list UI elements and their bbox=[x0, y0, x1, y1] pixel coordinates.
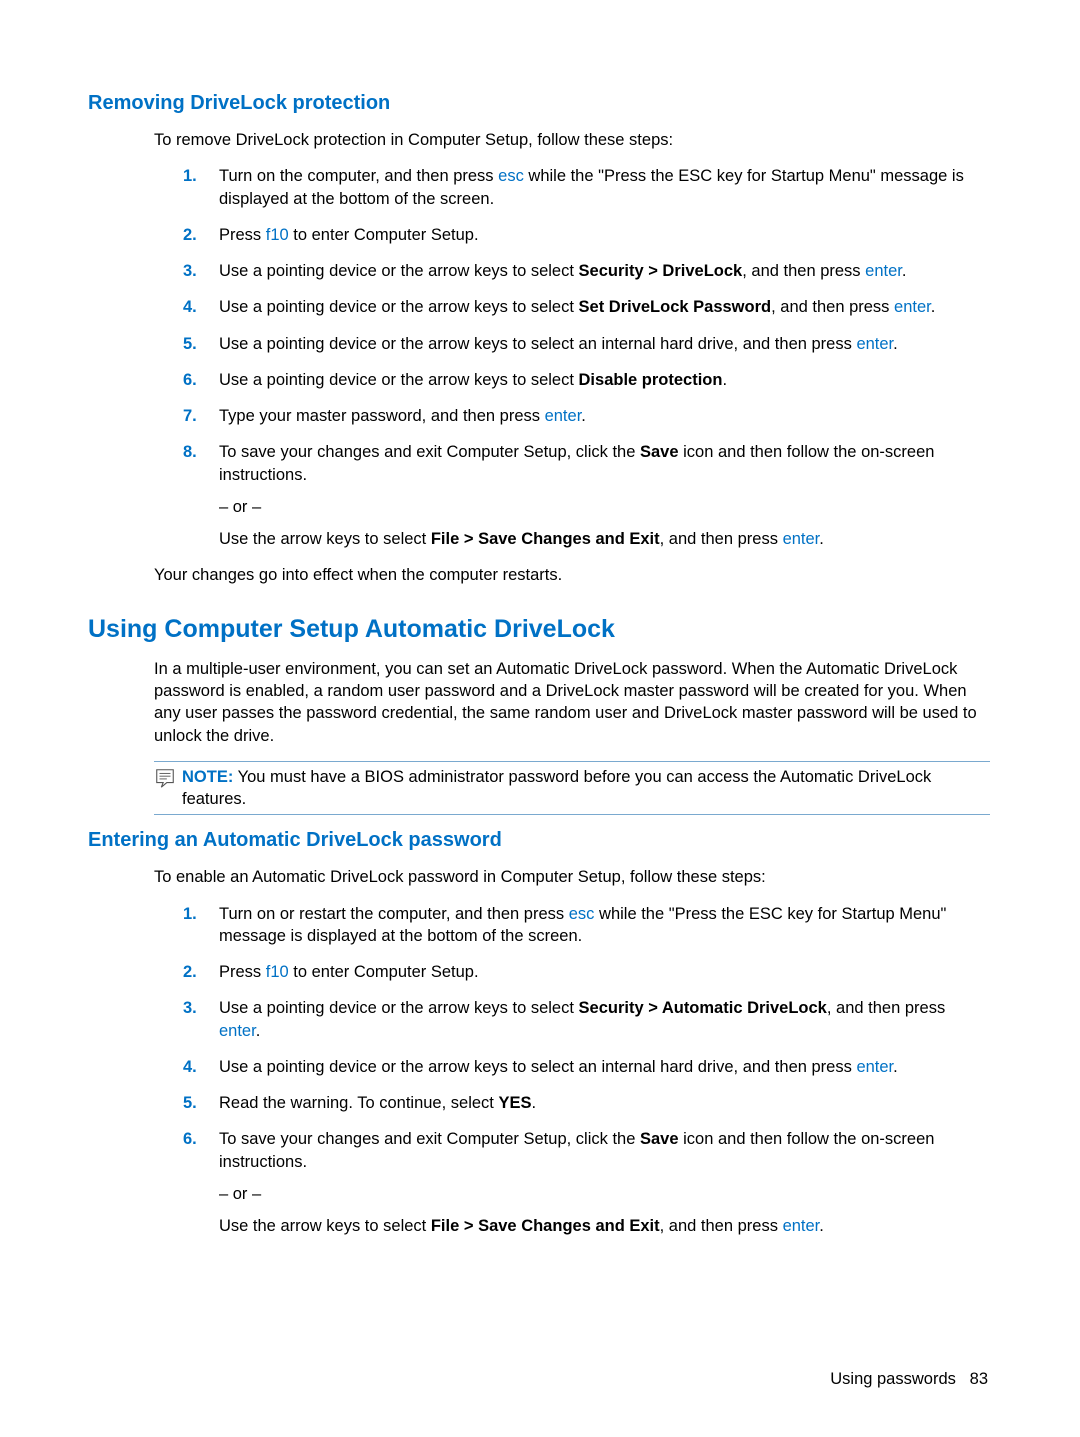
step-number: 3. bbox=[183, 260, 197, 282]
page-footer: Using passwords 83 bbox=[830, 1370, 988, 1389]
step-number: 5. bbox=[183, 1092, 197, 1114]
intro-text: To remove DriveLock protection in Comput… bbox=[154, 129, 990, 151]
step-text: Press f10 to enter Computer Setup. bbox=[219, 226, 479, 244]
steps-list-1: 1. Turn on the computer, and then press … bbox=[183, 165, 990, 550]
heading-automatic-drivelock: Using Computer Setup Automatic DriveLock bbox=[88, 615, 990, 644]
step-number: 1. bbox=[183, 903, 197, 925]
step-number: 7. bbox=[183, 405, 197, 427]
step-item: 2. Press f10 to enter Computer Setup. bbox=[183, 961, 990, 983]
step-item: 5. Use a pointing device or the arrow ke… bbox=[183, 333, 990, 355]
heading-entering-automatic: Entering an Automatic DriveLock password bbox=[88, 829, 990, 852]
step-number: 2. bbox=[183, 961, 197, 983]
step-item: 1. Turn on the computer, and then press … bbox=[183, 165, 990, 210]
step-text: Turn on or restart the computer, and the… bbox=[219, 905, 946, 945]
page-number: 83 bbox=[970, 1370, 988, 1388]
step-text: Type your master password, and then pres… bbox=[219, 407, 586, 425]
step-item: 6. Use a pointing device or the arrow ke… bbox=[183, 369, 990, 391]
alt-text: Use the arrow keys to select File > Save… bbox=[219, 1215, 990, 1237]
step-text: Use a pointing device or the arrow keys … bbox=[219, 999, 945, 1039]
step-number: 8. bbox=[183, 441, 197, 463]
alt-text: Use the arrow keys to select File > Save… bbox=[219, 528, 990, 550]
step-item: 5. Read the warning. To continue, select… bbox=[183, 1092, 990, 1114]
step-number: 3. bbox=[183, 997, 197, 1019]
step-text: To save your changes and exit Computer S… bbox=[219, 1128, 990, 1173]
intro-text: To enable an Automatic DriveLock passwor… bbox=[154, 866, 990, 888]
or-text: – or – bbox=[219, 496, 990, 518]
step-number: 6. bbox=[183, 1128, 197, 1150]
step-text: Use a pointing device or the arrow keys … bbox=[219, 262, 906, 280]
step-item: 7. Type your master password, and then p… bbox=[183, 405, 990, 427]
step-item: 6. To save your changes and exit Compute… bbox=[183, 1128, 990, 1237]
step-number: 5. bbox=[183, 333, 197, 355]
step-text: Use a pointing device or the arrow keys … bbox=[219, 371, 727, 389]
step-text: Use a pointing device or the arrow keys … bbox=[219, 1058, 898, 1076]
step-text: Use a pointing device or the arrow keys … bbox=[219, 298, 935, 316]
outro-text: Your changes go into effect when the com… bbox=[154, 564, 990, 586]
step-item: 4. Use a pointing device or the arrow ke… bbox=[183, 296, 990, 318]
step-number: 4. bbox=[183, 296, 197, 318]
note-callout: NOTE: You must have a BIOS administrator… bbox=[154, 761, 990, 816]
step-item: 4. Use a pointing device or the arrow ke… bbox=[183, 1056, 990, 1078]
step-text: Turn on the computer, and then press esc… bbox=[219, 167, 964, 207]
note-body: NOTE: You must have a BIOS administrator… bbox=[182, 766, 990, 811]
step-number: 6. bbox=[183, 369, 197, 391]
heading-removing-drivelock: Removing DriveLock protection bbox=[88, 92, 990, 115]
step-number: 1. bbox=[183, 165, 197, 187]
step-number: 4. bbox=[183, 1056, 197, 1078]
paragraph-text: In a multiple-user environment, you can … bbox=[154, 658, 990, 747]
step-text: Read the warning. To continue, select YE… bbox=[219, 1094, 536, 1112]
steps-list-2: 1. Turn on or restart the computer, and … bbox=[183, 903, 990, 1238]
step-item: 2. Press f10 to enter Computer Setup. bbox=[183, 224, 990, 246]
step-item: 3. Use a pointing device or the arrow ke… bbox=[183, 260, 990, 282]
step-item: 3. Use a pointing device or the arrow ke… bbox=[183, 997, 990, 1042]
note-label: NOTE: bbox=[182, 768, 233, 786]
step-number: 2. bbox=[183, 224, 197, 246]
step-text: Use a pointing device or the arrow keys … bbox=[219, 335, 898, 353]
step-item: 8. To save your changes and exit Compute… bbox=[183, 441, 990, 550]
footer-title: Using passwords bbox=[830, 1370, 956, 1388]
step-text: Press f10 to enter Computer Setup. bbox=[219, 963, 479, 981]
or-text: – or – bbox=[219, 1183, 990, 1205]
step-item: 1. Turn on or restart the computer, and … bbox=[183, 903, 990, 948]
step-text: To save your changes and exit Computer S… bbox=[219, 441, 990, 486]
note-icon bbox=[154, 767, 176, 789]
